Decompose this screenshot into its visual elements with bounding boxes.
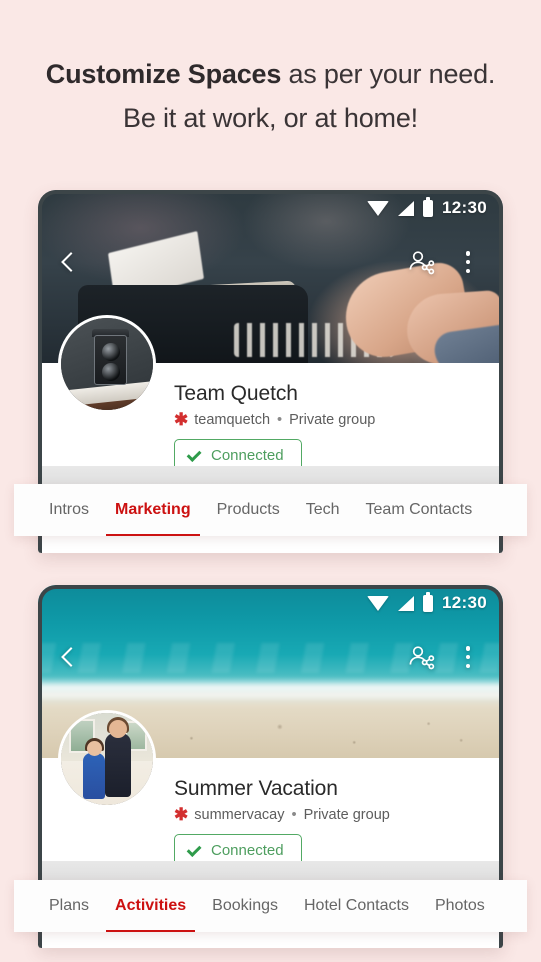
space-meta: ✱ teamquetch • Private group xyxy=(174,410,487,429)
tab-tech[interactable]: Tech xyxy=(293,484,353,536)
tab-photos[interactable]: Photos xyxy=(422,880,498,932)
child-figure xyxy=(83,753,105,799)
add-person-share-icon[interactable] xyxy=(407,248,437,276)
space-meta: ✱ summervacay • Private group xyxy=(174,805,487,824)
overflow-dot xyxy=(465,654,471,660)
back-chevron-icon[interactable] xyxy=(61,647,81,667)
overflow-dot xyxy=(465,251,471,256)
asterisk-icon: ✱ xyxy=(174,410,189,429)
overflow-dot xyxy=(465,646,471,651)
signal-icon xyxy=(398,200,415,216)
wifi-icon xyxy=(367,200,390,216)
hero-action-bar xyxy=(38,637,503,677)
child-head xyxy=(87,741,102,756)
page-title: Customize Spaces as per your need. Be it… xyxy=(0,0,541,140)
profile-section: Team Quetch ✱ teamquetch • Private group… xyxy=(38,315,503,488)
tab-products[interactable]: Products xyxy=(204,484,293,536)
status-bar-time: 12:30 xyxy=(442,198,487,217)
check-icon xyxy=(186,446,202,462)
connected-button-label: Connected xyxy=(211,842,284,859)
space-title: Team Quetch xyxy=(174,382,298,405)
asterisk-icon: ✱ xyxy=(174,805,189,824)
tab-bar-summer-vacation: Plans Activities Bookings Hotel Contacts… xyxy=(14,880,527,932)
connected-button-label: Connected xyxy=(211,447,284,464)
space-handle: summervacay xyxy=(194,807,285,823)
battery-icon xyxy=(423,196,434,217)
back-chevron-icon[interactable] xyxy=(61,252,81,272)
avatar[interactable] xyxy=(58,710,156,808)
surf-line-secondary xyxy=(38,693,503,707)
space-privacy: Private group xyxy=(303,807,390,823)
status-bar: 12:30 xyxy=(367,196,487,218)
status-bar: 12:30 xyxy=(367,591,487,613)
space-title: Summer Vacation xyxy=(174,777,338,800)
camera-lens-upper xyxy=(102,343,120,361)
hero-action-bar xyxy=(38,242,503,282)
avatar-image-camera xyxy=(61,318,153,410)
profile-section: Summer Vacation ✱ summervacay • Private … xyxy=(38,710,503,883)
overflow-menu-icon[interactable] xyxy=(457,644,479,670)
space-privacy: Private group xyxy=(289,412,376,428)
tab-activities[interactable]: Activities xyxy=(102,880,199,932)
overflow-dot xyxy=(465,663,471,668)
avatar[interactable] xyxy=(58,315,156,413)
profile-text: Summer Vacation ✱ summervacay • Private … xyxy=(174,776,503,867)
camera-lens-lower xyxy=(102,363,120,381)
check-icon xyxy=(186,841,202,857)
tab-marketing[interactable]: Marketing xyxy=(102,484,204,536)
camera-body xyxy=(94,335,127,385)
signal-icon xyxy=(398,595,415,611)
status-bar-time: 12:30 xyxy=(442,593,487,612)
overflow-menu-icon[interactable] xyxy=(457,249,479,275)
tab-intros[interactable]: Intros xyxy=(36,484,102,536)
page-title-strong: Customize Spaces xyxy=(45,59,282,89)
add-person-share-icon[interactable] xyxy=(407,643,437,671)
tab-plans[interactable]: Plans xyxy=(36,880,102,932)
space-handle: teamquetch xyxy=(194,412,271,428)
tab-bar-team-quetch: Intros Marketing Products Tech Team Cont… xyxy=(14,484,527,536)
woman-head xyxy=(109,720,127,738)
woman-figure xyxy=(105,733,131,797)
overflow-dot xyxy=(465,268,471,273)
tab-team-contacts[interactable]: Team Contacts xyxy=(353,484,486,536)
meta-separator: • xyxy=(291,807,297,823)
tab-bookings[interactable]: Bookings xyxy=(199,880,291,932)
avatar-image-people xyxy=(61,713,153,805)
wifi-icon xyxy=(367,595,390,611)
overflow-dot xyxy=(465,259,471,265)
battery-icon xyxy=(423,591,434,612)
meta-separator: • xyxy=(277,412,283,428)
profile-text: Team Quetch ✱ teamquetch • Private group… xyxy=(174,381,503,472)
tab-hotel-contacts[interactable]: Hotel Contacts xyxy=(291,880,422,932)
